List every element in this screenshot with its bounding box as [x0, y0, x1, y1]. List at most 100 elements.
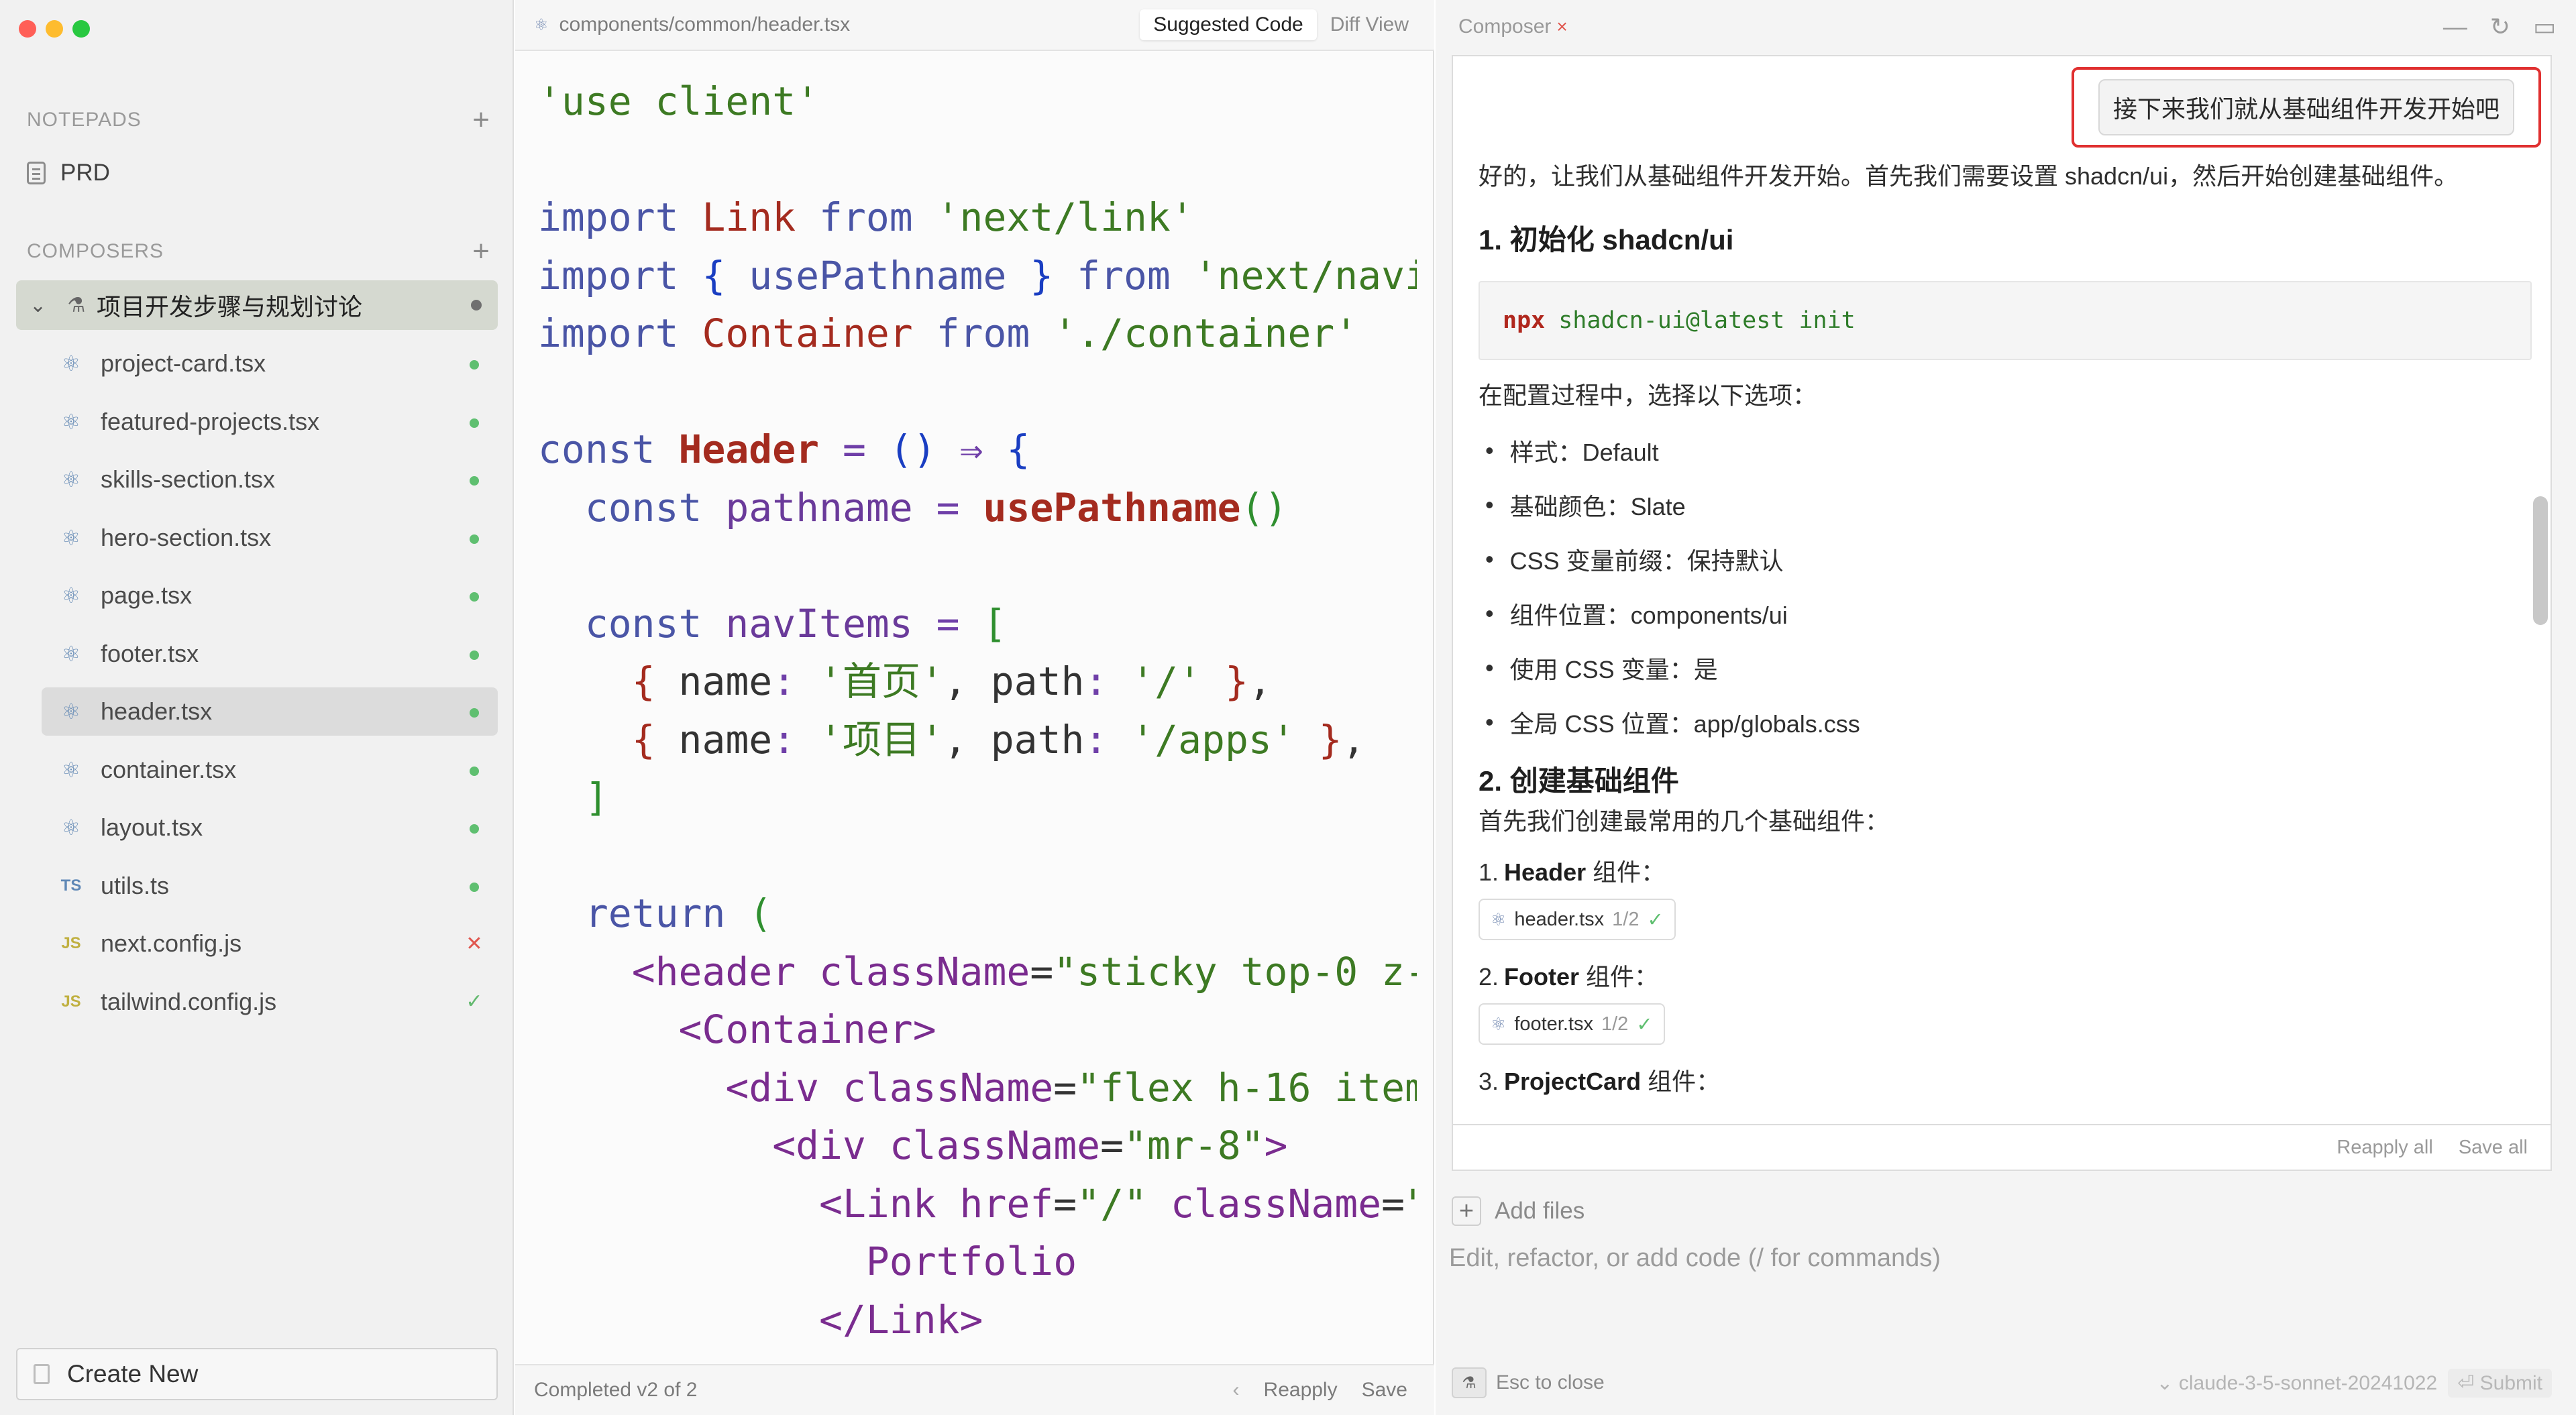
model-selector[interactable]: ⌄ claude-3-5-sonnet-20241022	[2156, 1371, 2437, 1395]
code-token: :	[772, 716, 820, 762]
file-chip[interactable]: ⚛ header.tsx 1/2 ✓	[1479, 899, 1676, 940]
minimize-window-button[interactable]	[46, 20, 63, 38]
file-item[interactable]: ⚛ header.tsx	[42, 687, 498, 736]
file-item[interactable]: ⚛ layout.tsx	[42, 803, 498, 852]
chevron-left-icon[interactable]: ‹	[1233, 1379, 1240, 1402]
code-token: ()	[889, 427, 960, 472]
scrollbar-thumb[interactable]	[2533, 496, 2548, 625]
close-composer-icon[interactable]: ×	[1556, 16, 1567, 38]
code-line: </Link>	[538, 1291, 1417, 1349]
user-message[interactable]: 接下来我们就从基础组件开发开始吧	[2098, 79, 2514, 135]
create-new-label: Create New	[67, 1360, 199, 1388]
file-name: tailwind.config.js	[101, 987, 277, 1015]
code-token: (	[749, 891, 773, 936]
code-token: usePathname	[749, 252, 1007, 298]
code-token: "flex h-16 items	[1077, 1064, 1417, 1111]
suggested-code-tab[interactable]: Suggested Code	[1140, 9, 1317, 40]
react-file-icon: ⚛	[61, 641, 81, 666]
submit-button[interactable]: ⏎ Submit	[2448, 1368, 2552, 1398]
rejected-x-icon[interactable]: ✕	[466, 932, 483, 956]
zoom-window-button[interactable]	[72, 20, 90, 38]
close-window-button[interactable]	[19, 20, 36, 38]
code-token: Link	[702, 194, 796, 240]
flask-icon: ⚗	[67, 294, 86, 317]
code-token: const	[584, 600, 726, 646]
code-token: 'next/link'	[936, 194, 1194, 240]
modified-dot-icon	[466, 410, 483, 433]
file-name: utils.ts	[101, 871, 170, 899]
code-token: :	[772, 659, 820, 704]
accepted-check-icon[interactable]: ✓	[466, 990, 483, 1013]
file-chip[interactable]: ⚛ footer.tsx 1/2 ✓	[1479, 1003, 1665, 1045]
code-block[interactable]: npx shadcn-ui@latest init	[1479, 281, 2532, 360]
code-token: '/'	[1131, 659, 1202, 704]
code-line: const Header = () ⇒ {	[538, 420, 1417, 479]
code-token: <header	[631, 948, 820, 995]
reapply-all-button[interactable]: Reapply all	[2337, 1137, 2432, 1159]
minimize-icon[interactable]: —	[2443, 13, 2467, 41]
code-token: "/"	[1077, 1180, 1147, 1227]
file-item[interactable]: ⚛ project-card.tsx	[42, 339, 498, 388]
chip-file-name: footer.tsx	[1514, 1013, 1593, 1035]
component-item: 3. ProjectCard 组件：	[1479, 1062, 2532, 1097]
file-item[interactable]: ⚛ footer.tsx	[42, 630, 498, 678]
save-button[interactable]: Save	[1362, 1379, 1407, 1402]
notepad-item-prd[interactable]: PRD	[27, 156, 110, 190]
highlight-box: 接下来我们就从基础组件开发开始吧	[2072, 67, 2541, 148]
code-token: import	[538, 310, 702, 356]
file-item[interactable]: ⚛ featured-projects.tsx	[42, 398, 498, 446]
save-all-button[interactable]: Save all	[2459, 1137, 2528, 1159]
options-list: 样式：Default基础颜色：SlateCSS 变量前缀：保持默认组件位置：co…	[1479, 423, 2532, 749]
file-item[interactable]: ⚛ skills-section.tsx	[42, 455, 498, 504]
code-token: className	[889, 1123, 1101, 1168]
response-intro: 好的，让我们从基础组件开发开始。首先我们需要设置 shadcn/ui，然后开始创…	[1479, 162, 2459, 190]
create-new-button[interactable]: Create New	[16, 1348, 498, 1400]
assistant-response: 好的，让我们从基础组件开发开始。首先我们需要设置 shadcn/ui，然后开始创…	[1479, 158, 2532, 1097]
code-token: {	[1006, 427, 1030, 472]
item-suffix: 组件：	[1586, 858, 1666, 886]
javascript-file-icon: JS	[61, 992, 81, 1011]
prompt-input[interactable]	[1449, 1238, 2549, 1278]
file-name: skills-section.tsx	[101, 465, 276, 493]
code-token: [	[983, 600, 1007, 646]
code-command: npx	[1503, 307, 1546, 334]
code-token: {	[631, 716, 679, 762]
layout-icon[interactable]: ▭	[2533, 13, 2556, 41]
file-name: container.tsx	[101, 755, 237, 783]
code-token: '项目'	[819, 716, 944, 762]
code-token: {	[631, 659, 679, 704]
code-token: =	[819, 427, 890, 472]
file-item[interactable]: JS tailwind.config.js ✓	[42, 978, 498, 1026]
file-item[interactable]: ⚛ page.tsx	[42, 571, 498, 620]
react-file-icon: ⚛	[534, 15, 549, 34]
add-composer-icon[interactable]: +	[472, 237, 490, 266]
add-notepad-icon[interactable]: +	[472, 105, 490, 135]
file-item[interactable]: ⚛ hero-section.tsx	[42, 514, 498, 562]
reapply-button[interactable]: Reapply	[1264, 1379, 1338, 1402]
file-item[interactable]: TS utils.ts	[42, 862, 498, 910]
file-item[interactable]: ⚛ container.tsx	[42, 746, 498, 794]
code-argument: shadcn-ui@latest init	[1558, 307, 1856, 334]
composer-item[interactable]: ⌄ ⚗ 项目开发步骤与规划讨论	[16, 280, 498, 330]
chevron-down-icon[interactable]: ⌄	[30, 294, 56, 317]
add-files-button[interactable]: + Add files	[1452, 1196, 1585, 1226]
history-icon[interactable]: ↻	[2490, 13, 2510, 41]
composer-tools: — ↻ ▭	[2443, 13, 2556, 41]
code-token: }	[1006, 252, 1054, 298]
code-token: =	[1030, 948, 1054, 995]
component-item: 2. Footer 组件：	[1479, 958, 2532, 993]
file-item[interactable]: JS next.config.js ✕	[42, 919, 498, 968]
diff-view-tab[interactable]: Diff View	[1317, 9, 1422, 40]
add-files-label: Add files	[1495, 1198, 1585, 1224]
section-heading-1: 1. 初始化 shadcn/ui	[1479, 224, 1734, 256]
code-area[interactable]: 'use client' import Link from 'next/link'…	[538, 72, 1417, 1360]
